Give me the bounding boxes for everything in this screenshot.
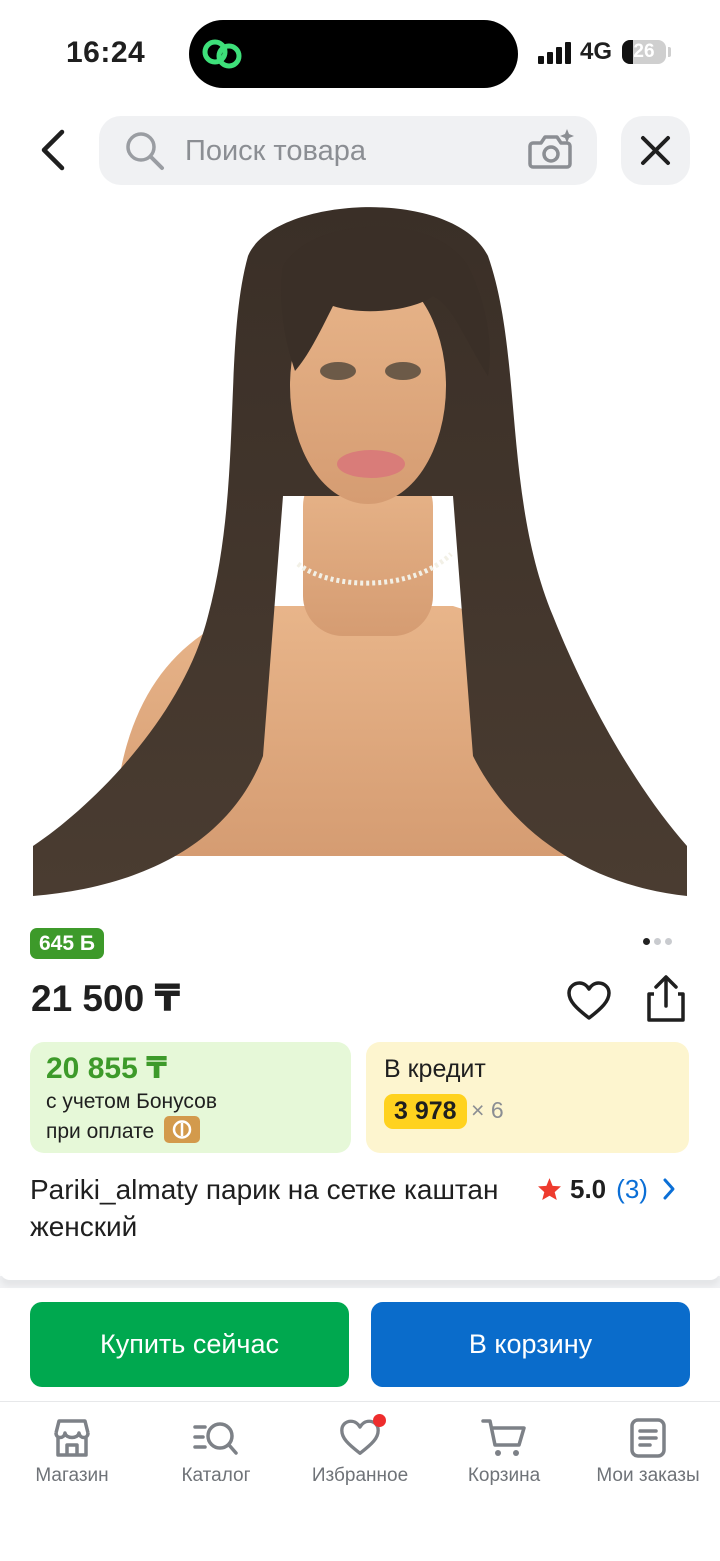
content-card-bottom [0, 1270, 720, 1280]
tab-orders[interactable]: Мои заказы [576, 1414, 720, 1498]
chevron-right-icon [663, 1178, 675, 1200]
credit-monthly-amount: 3 978 [384, 1094, 467, 1129]
star-icon [538, 1178, 561, 1200]
bonus-badge: 645 Б [30, 928, 104, 959]
bonus-note-line2: при оплате [46, 1120, 155, 1143]
tab-catalog[interactable]: Каталог [144, 1414, 288, 1498]
status-time: 16:24 [66, 36, 146, 69]
heart-icon [567, 981, 611, 1020]
product-price: 21 500 ₸ [31, 978, 181, 1019]
credit-card-offer[interactable]: В кредит 3 978 × 6 [366, 1042, 689, 1153]
catalog-icon [193, 1422, 238, 1455]
tab-label: Магазин [35, 1465, 109, 1486]
close-icon [641, 136, 670, 165]
tab-cart[interactable]: Корзина [432, 1414, 576, 1498]
review-count: (3) [616, 1173, 648, 1204]
product-image[interactable] [33, 196, 687, 908]
search-bar[interactable] [99, 116, 597, 187]
search-input[interactable] [183, 116, 517, 187]
battery-icon: 26 [622, 40, 666, 64]
tab-store[interactable]: Магазин [0, 1414, 144, 1498]
payment-card-icon [164, 1116, 200, 1143]
bonus-note-line1: с учетом Бонусов [46, 1090, 217, 1113]
bonus-price-card[interactable]: 20 855 ₸ с учетом Бонусов при оплате [30, 1042, 351, 1153]
buy-now-button[interactable]: Купить сейчас [30, 1302, 349, 1387]
tab-favorites[interactable]: Избранное [288, 1414, 432, 1498]
favorite-button[interactable] [566, 980, 612, 1027]
cart-icon [481, 1419, 526, 1456]
battery-cap [668, 47, 671, 57]
tab-label: Мои заказы [596, 1465, 700, 1486]
camera-search-icon[interactable] [527, 129, 575, 171]
share-button[interactable] [643, 974, 689, 1029]
share-icon [647, 975, 685, 1022]
signal-icon [538, 42, 571, 64]
chevron-left-icon [41, 129, 65, 171]
close-button[interactable] [621, 116, 690, 185]
network-type: 4G [580, 38, 613, 65]
wig-mannequin-illustration [33, 207, 687, 896]
dynamic-island [189, 20, 518, 88]
tab-label: Корзина [467, 1465, 541, 1486]
gallery-dot [665, 938, 672, 945]
gallery-dot [654, 938, 661, 945]
rating-link[interactable]: 5.0 (3) [537, 1172, 676, 1206]
product-title: Pariki_almaty парик на сетке каштан женс… [30, 1174, 499, 1242]
credit-months: × 6 [471, 1097, 504, 1123]
search-icon [126, 132, 164, 170]
add-to-cart-button[interactable]: В корзину [371, 1302, 690, 1387]
store-icon [54, 1419, 90, 1457]
notification-dot [373, 1414, 386, 1427]
gallery-dot-active [643, 938, 650, 945]
back-button[interactable] [26, 118, 86, 182]
orders-icon [630, 1418, 666, 1458]
tab-label: Каталог [181, 1465, 251, 1486]
battery-percent: 26 [633, 41, 655, 62]
credit-title: В кредит [384, 1055, 486, 1083]
tab-label: Избранное [311, 1465, 409, 1486]
rating-value: 5.0 [570, 1173, 607, 1204]
bonus-price: 20 855 ₸ [46, 1052, 167, 1085]
link-app-icon [202, 39, 242, 69]
gallery-pagination [643, 932, 676, 950]
tab-bar-divider [0, 1401, 720, 1402]
